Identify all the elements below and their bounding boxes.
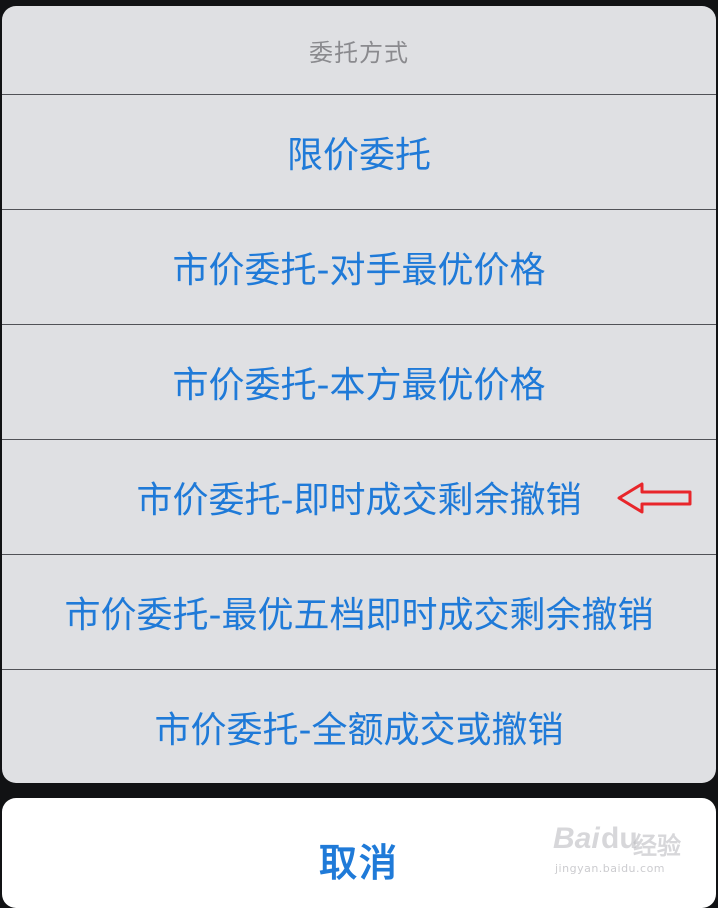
baidu-jingyan-watermark: Bai du 经验 jingyan.baidu.com bbox=[553, 818, 693, 878]
watermark-url: jingyan.baidu.com bbox=[555, 862, 666, 875]
arrow-left-icon bbox=[617, 482, 692, 514]
action-sheet-title: 委托方式 bbox=[309, 38, 409, 67]
option-market-own-best[interactable]: 市价委托-本方最优价格 bbox=[2, 324, 716, 438]
watermark-bai: Bai bbox=[553, 822, 600, 855]
option-market-immediate-cancel-rest[interactable]: 市价委托-即时成交剩余撤销 bbox=[2, 439, 716, 553]
option-market-best-five-immediate-cancel-rest[interactable]: 市价委托-最优五档即时成交剩余撤销 bbox=[2, 554, 716, 668]
action-sheet: 委托方式 限价委托 市价委托-对手最优价格 市价委托-本方最优价格 市价委托-即… bbox=[2, 6, 716, 783]
option-limit-order[interactable]: 限价委托 bbox=[2, 94, 716, 208]
cancel-label: 取消 bbox=[318, 841, 399, 885]
option-market-fill-or-kill[interactable]: 市价委托-全额成交或撤销 bbox=[2, 669, 716, 783]
option-market-counterparty-best[interactable]: 市价委托-对手最优价格 bbox=[2, 209, 716, 323]
watermark-jingyan: 经验 bbox=[633, 833, 681, 860]
